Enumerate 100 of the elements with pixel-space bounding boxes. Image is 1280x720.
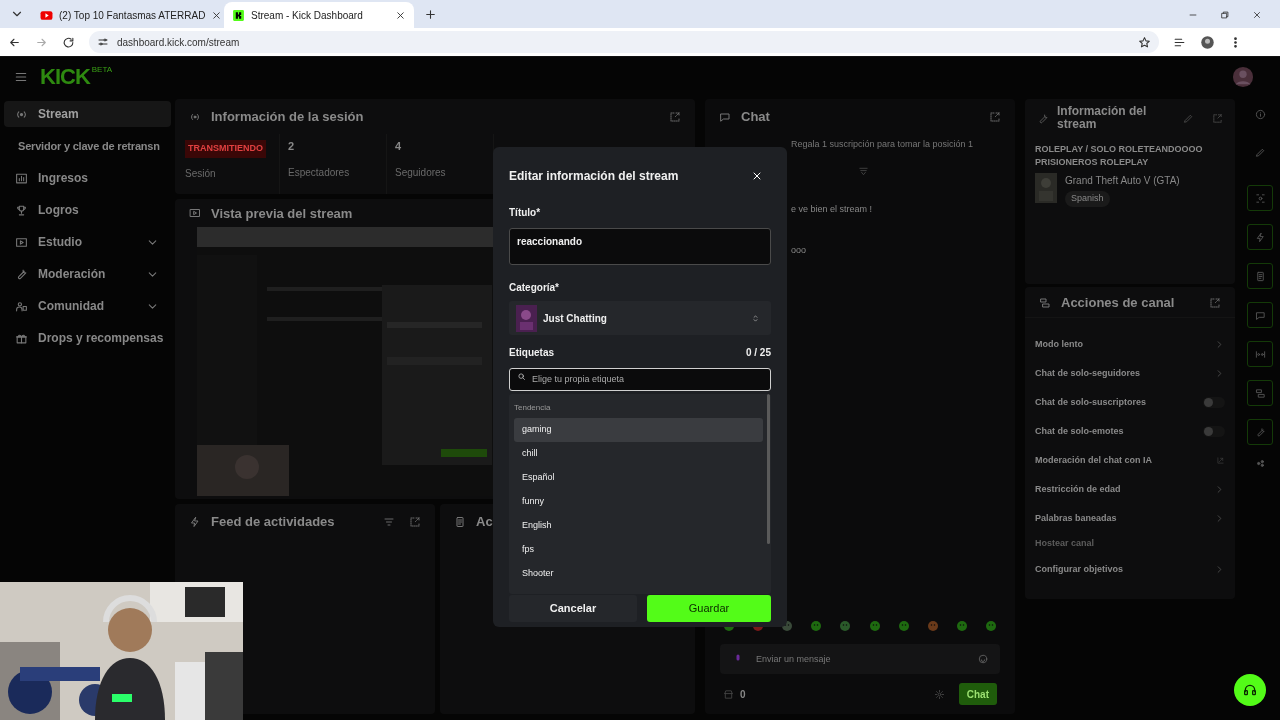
channel-action-row[interactable]: Palabras baneadas — [1025, 504, 1235, 533]
panel-title: Feed de actividades — [211, 515, 335, 528]
star-icon[interactable] — [1138, 35, 1151, 49]
channel-action-row[interactable]: Restricción de edad — [1025, 475, 1235, 504]
suggestion-item[interactable]: chill — [514, 442, 763, 466]
suggestion-item[interactable]: English — [514, 514, 763, 538]
sort-icon — [751, 313, 760, 323]
sidebar-item[interactable]: Moderación — [4, 261, 171, 287]
channel-action-row[interactable]: Modo lento — [1025, 330, 1235, 359]
reload-icon[interactable] — [62, 35, 75, 49]
logo[interactable]: KICK — [40, 66, 90, 88]
suggestion-item[interactable]: funny — [514, 490, 763, 514]
toggle-switch[interactable] — [1203, 397, 1225, 408]
channel-action-row[interactable]: Moderación del chat con IA — [1025, 446, 1235, 475]
filter-icon[interactable] — [383, 515, 395, 528]
browser-tab[interactable]: (2) Top 10 Fantasmas ATERRAD — [32, 2, 222, 28]
film-icon — [15, 235, 28, 249]
suggestion-item[interactable]: fps — [514, 538, 763, 562]
emote-icon[interactable] — [868, 620, 881, 632]
menu-icon[interactable] — [14, 70, 28, 84]
bolt-icon — [1254, 231, 1266, 243]
sidebar-item[interactable]: Estudio — [4, 229, 171, 255]
address-bar[interactable]: dashboard.kick.com/stream — [89, 31, 1159, 53]
stat-label: Espectadores — [288, 165, 351, 180]
rail-button[interactable] — [1247, 263, 1273, 289]
tag-chip[interactable]: Spanish — [1065, 191, 1110, 207]
info-icon[interactable] — [1254, 109, 1266, 120]
rail-button[interactable] — [1247, 302, 1273, 328]
sidebar-item[interactable]: Comunidad — [4, 293, 171, 319]
wrench-icon — [15, 267, 28, 281]
live-status-badge: TRANSMITIENDO — [185, 140, 266, 158]
message-input[interactable]: Enviar un mensaje — [720, 644, 1000, 674]
rail-button[interactable] — [1247, 341, 1273, 367]
settings-icon[interactable] — [933, 688, 945, 700]
site-settings-icon[interactable] — [97, 36, 109, 48]
suggestion-item[interactable]: gaming — [514, 418, 763, 442]
tag-counter: 0 / 25 — [745, 346, 771, 360]
beta-label: BETA — [91, 66, 113, 74]
chat-send-button[interactable]: Chat — [958, 683, 997, 705]
close-icon[interactable] — [211, 9, 223, 21]
cancel-button[interactable]: Cancelar — [509, 595, 637, 622]
support-button[interactable] — [1234, 674, 1266, 706]
popout-icon[interactable] — [409, 515, 421, 528]
category-thumbnail-icon — [1035, 173, 1057, 203]
stat-label: Sesión — [185, 166, 216, 181]
emote-icon[interactable] — [955, 620, 968, 632]
category-select[interactable]: Just Chatting — [509, 301, 771, 335]
restore-icon[interactable] — [1220, 10, 1230, 20]
new-tab-icon[interactable] — [424, 8, 437, 21]
scrollbar[interactable] — [767, 394, 770, 544]
title-field[interactable]: reaccionando — [509, 228, 771, 265]
pencil-icon[interactable] — [1254, 147, 1266, 158]
bubble-icon — [719, 110, 731, 123]
favicon-icon — [232, 8, 245, 22]
rail-button[interactable] — [1247, 380, 1273, 406]
popout-icon[interactable] — [989, 110, 1001, 123]
emote-icon[interactable] — [810, 620, 823, 632]
rail-button[interactable] — [1247, 185, 1273, 211]
store-icon[interactable] — [723, 688, 734, 700]
dots-icon[interactable] — [1254, 458, 1266, 469]
suggestion-item[interactable]: Español — [514, 466, 763, 490]
toggle-switch[interactable] — [1203, 426, 1225, 437]
sidebar-item[interactable]: Servidor y clave de retransn — [4, 133, 171, 159]
tag-search-field[interactable]: Elige tu propia etiqueta — [509, 367, 771, 391]
popout-icon[interactable] — [1209, 296, 1221, 309]
bubble-icon — [1254, 309, 1266, 321]
rail-button[interactable] — [1247, 224, 1273, 250]
suggestion-item[interactable]: Shooter — [514, 562, 763, 586]
emote-icon[interactable] — [926, 620, 939, 632]
channel-action-row[interactable]: Chat de solo-suscriptores — [1025, 388, 1235, 417]
popout-icon[interactable] — [669, 110, 681, 123]
video-favicon-icon — [40, 8, 53, 22]
chat-message: ooo — [791, 244, 807, 257]
emote-icon[interactable] — [839, 620, 852, 632]
close-icon[interactable] — [1252, 10, 1262, 20]
sidebar-item[interactable]: Drops y recompensas — [4, 325, 171, 351]
profile-icon[interactable] — [1200, 34, 1215, 50]
avatar-icon[interactable] — [1232, 66, 1254, 88]
sidebar-item[interactable]: Logros — [4, 197, 171, 223]
sidebar-item[interactable]: Stream — [4, 101, 171, 127]
channel-action-row[interactable]: Configurar objetivos — [1025, 555, 1235, 584]
popout-icon[interactable] — [1212, 113, 1223, 124]
save-button[interactable]: Guardar — [647, 595, 771, 622]
close-icon[interactable] — [751, 170, 763, 182]
wrench-icon — [1037, 113, 1049, 125]
sidebar-item[interactable]: Ingresos — [4, 165, 171, 191]
emoji-icon[interactable] — [978, 654, 988, 664]
collapse-icon[interactable] — [857, 165, 869, 177]
channel-action-row[interactable]: Chat de solo-seguidores — [1025, 359, 1235, 388]
bolt-icon — [189, 515, 201, 528]
trophy-icon — [15, 203, 28, 217]
stream-title: ROLEPLAY / SOLO ROLETEANDOOOO PRISIONEROS ROLEPLAY — [1034, 143, 1204, 169]
emote-icon[interactable] — [985, 620, 997, 632]
channel-action-row[interactable]: Chat de solo-emotes — [1025, 417, 1235, 446]
emote-icon[interactable] — [897, 620, 910, 632]
pinned-message: Regala 1 suscripción para tomar la posición 1 — [791, 138, 974, 151]
browser-tab[interactable]: Stream - Kick Dashboard — [224, 2, 414, 28]
rail-button[interactable] — [1247, 419, 1273, 445]
pencil-icon[interactable] — [1183, 113, 1194, 124]
close-icon[interactable] — [395, 9, 406, 21]
